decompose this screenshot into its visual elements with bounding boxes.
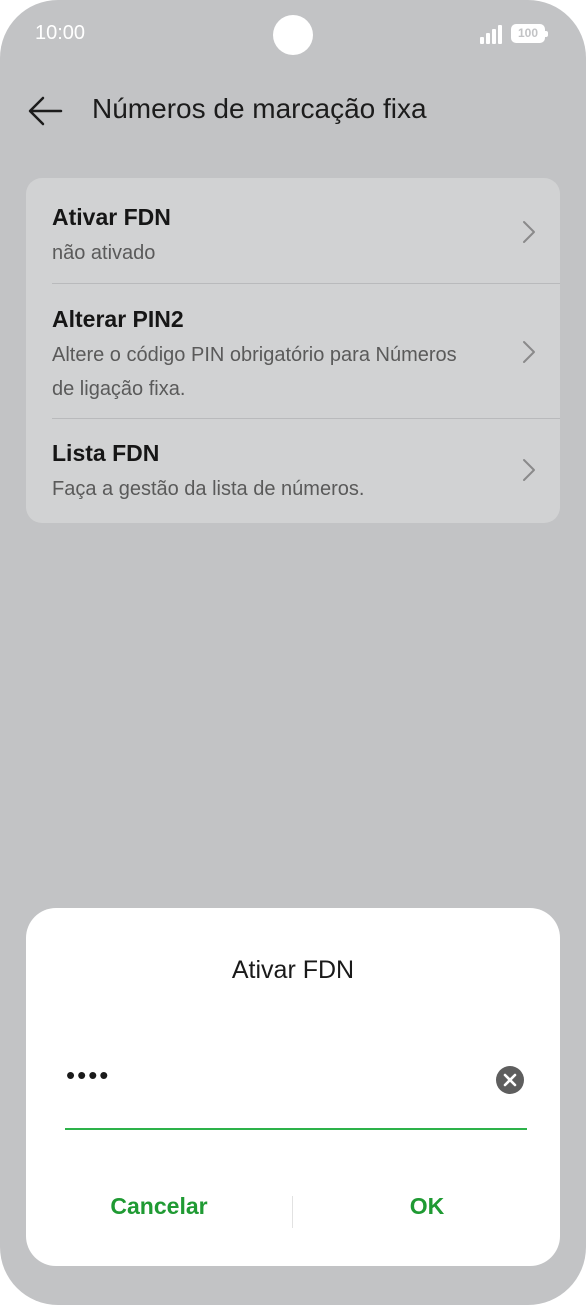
phone-screen: 10:00 100 Números de marcação fixa Ativa… [0, 0, 586, 1305]
page-title: Números de marcação fixa [92, 93, 427, 124]
status-time: 10:00 [35, 22, 86, 44]
setting-item-title: Ativar FDN [52, 204, 171, 230]
activate-fdn-dialog: Ativar FDN •••• Cancelar OK [26, 908, 560, 1266]
back-arrow-icon[interactable] [26, 92, 64, 130]
button-divider [292, 1196, 293, 1228]
chevron-right-icon [523, 459, 535, 481]
camera-cutout [273, 15, 313, 55]
chevron-right-icon [523, 341, 535, 363]
chevron-right-icon [523, 221, 535, 243]
dialog-title: Ativar FDN [231, 956, 355, 984]
cancel-button[interactable]: Cancelar [59, 1193, 259, 1220]
ok-button[interactable]: OK [327, 1193, 527, 1220]
setting-item-title: Alterar PIN2 [52, 306, 184, 332]
input-underline [65, 1128, 527, 1130]
setting-item-change-pin2[interactable]: Alterar PIN2 Altere o código PIN obrigat… [26, 284, 560, 418]
setting-item-subtitle: não ativado [52, 242, 156, 264]
setting-item-title: Lista FDN [52, 440, 160, 466]
setting-item-subtitle: Faça a gestão da lista de números. [52, 478, 365, 500]
pin2-input[interactable]: •••• [66, 1060, 366, 1094]
setting-item-activate-fdn[interactable]: Ativar FDN não ativado [26, 178, 560, 284]
setting-item-fdn-list[interactable]: Lista FDN Faça a gestão da lista de núme… [26, 419, 560, 523]
clear-icon[interactable] [495, 1065, 525, 1095]
signal-icon [480, 24, 506, 44]
settings-card: Ativar FDN não ativado Alterar PIN2 Alte… [26, 178, 560, 523]
setting-item-subtitle: Altere o código PIN obrigatório para Núm… [52, 344, 457, 400]
battery-icon: 100 [511, 24, 548, 43]
